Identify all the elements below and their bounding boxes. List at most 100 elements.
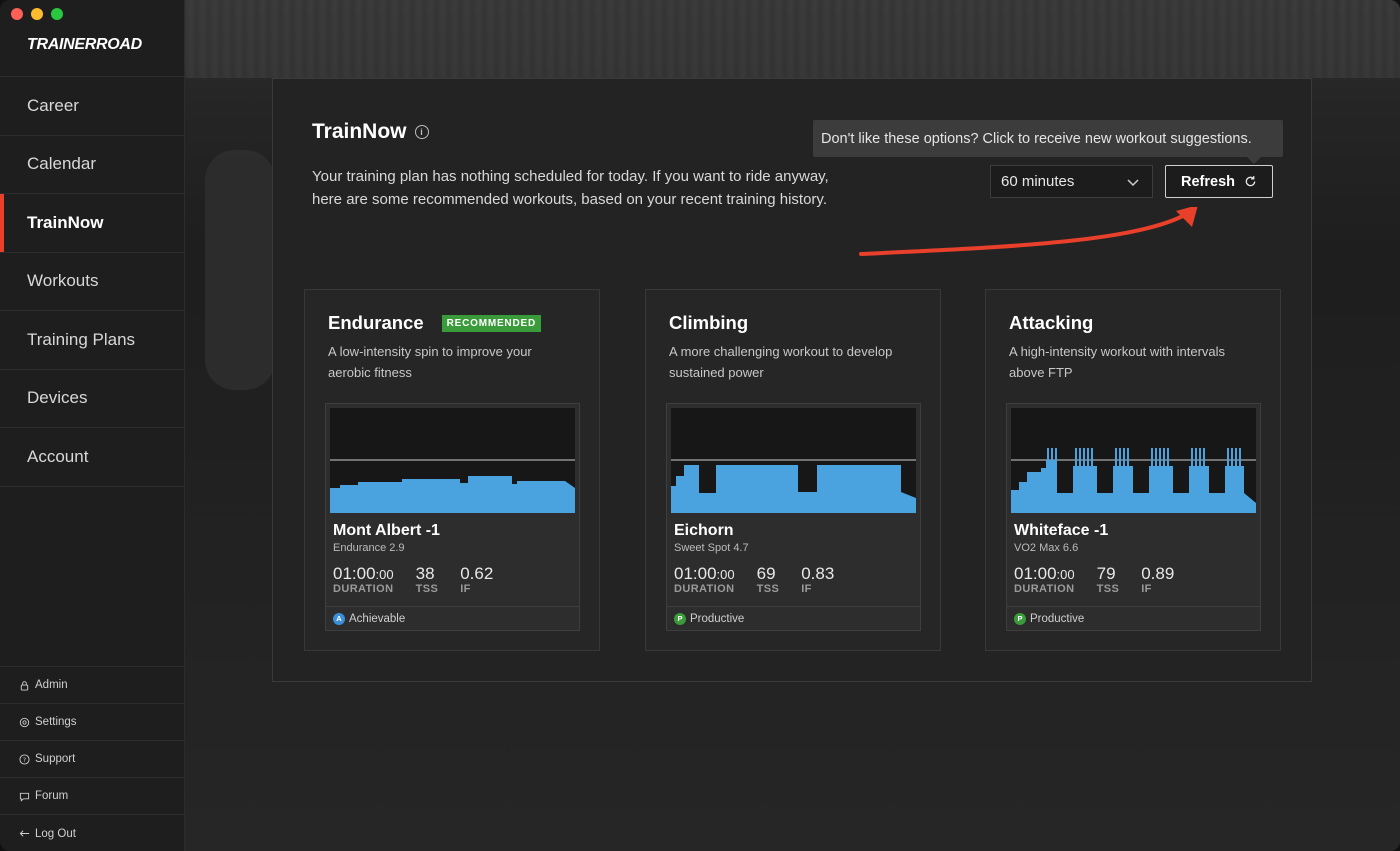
card-description: A low-intensity spin to improve your aer… xyxy=(328,344,532,380)
level-label: Productive xyxy=(690,612,745,625)
workout-level: P Productive xyxy=(1007,606,1260,630)
sidebar-item-calendar[interactable]: Calendar xyxy=(0,136,185,194)
sidebar-item-label: Admin xyxy=(35,679,68,691)
tss-label: TSS xyxy=(1096,583,1120,595)
stat-if: 0.89 IF xyxy=(1141,564,1174,595)
workout-tile[interactable]: Eichorn Sweet Spot 4.7 01:00:00 DURATION… xyxy=(666,403,921,631)
maximize-window-button[interactable] xyxy=(51,8,63,20)
card-title: Attacking xyxy=(1009,312,1093,334)
annotation-arrow xyxy=(859,207,1198,256)
close-window-button[interactable] xyxy=(11,8,23,20)
background-texture xyxy=(185,0,1400,78)
duration-select[interactable]: 60 minutes xyxy=(990,165,1153,198)
if-value: 0.62 xyxy=(460,564,494,583)
refresh-icon xyxy=(1245,176,1256,187)
trainnow-panel: TrainNow i Your training plan has nothin… xyxy=(272,78,1312,682)
svg-text:?: ? xyxy=(23,755,26,763)
level-label: Achievable xyxy=(349,612,406,625)
sidebar-item-forum[interactable]: Forum xyxy=(0,778,185,815)
workout-profile-chart xyxy=(1011,408,1256,513)
duration-value: 01:00 xyxy=(333,564,376,583)
workout-subtitle: Sweet Spot 4.7 xyxy=(674,542,749,554)
workout-subtitle: VO2 Max 6.6 xyxy=(1014,542,1079,554)
sidebar-item-label: Account xyxy=(27,446,89,466)
workout-stats: 01:00:00 DURATION 69 TSS 0.83 IF xyxy=(674,564,856,595)
minimize-window-button[interactable] xyxy=(31,8,43,20)
sidebar-item-admin[interactable]: Admin xyxy=(0,667,185,704)
tss-value: 69 xyxy=(756,564,776,583)
sidebar-item-log-out[interactable]: Log Out xyxy=(0,815,185,851)
sidebar-item-training-plans[interactable]: Training Plans xyxy=(0,311,185,370)
window-controls xyxy=(11,8,63,20)
sidebar-item-label: TrainNow xyxy=(27,212,104,232)
workout-level: P Productive xyxy=(667,606,920,630)
refresh-button[interactable]: Refresh xyxy=(1165,165,1273,198)
sidebar-item-career[interactable]: Career xyxy=(0,77,185,136)
lock-icon xyxy=(19,680,30,691)
chat-icon xyxy=(19,791,30,802)
sidebar-utility-nav: Admin Settings ? Support Forum Log Out xyxy=(0,666,185,851)
if-value: 0.89 xyxy=(1141,564,1175,583)
title-row: TrainNow i xyxy=(312,120,429,144)
duration-value: 01:00 xyxy=(1014,564,1057,583)
workout-card-climbing[interactable]: Climbing A more challenging workout to d… xyxy=(645,289,941,651)
tss-value: 79 xyxy=(1096,564,1116,583)
workout-tile[interactable]: Mont Albert -1 Endurance 2.9 01:00:00 DU… xyxy=(325,403,580,631)
sidebar-item-label: Career xyxy=(27,95,79,115)
duration-seconds: :00 xyxy=(375,567,394,582)
stat-tss: 79 TSS xyxy=(1097,564,1120,595)
workout-stats: 01:00:00 DURATION 79 TSS 0.89 IF xyxy=(1014,564,1196,595)
sidebar-item-account[interactable]: Account xyxy=(0,428,185,487)
if-label: IF xyxy=(801,583,812,595)
card-category: Endurance xyxy=(328,312,424,333)
sidebar-item-settings[interactable]: Settings xyxy=(0,704,185,741)
sidebar-item-label: Workouts xyxy=(27,271,99,291)
stat-duration: 01:00:00 DURATION xyxy=(333,564,394,595)
sidebar-item-workouts[interactable]: Workouts xyxy=(0,253,185,311)
card-title: Climbing xyxy=(669,312,748,334)
sidebar-item-trainnow[interactable]: TrainNow xyxy=(0,194,185,253)
app-logo[interactable]: TRAINERROAD xyxy=(27,36,142,54)
sidebar-item-label: Calendar xyxy=(27,154,96,174)
info-icon[interactable]: i xyxy=(414,125,429,139)
level-badge-icon: P xyxy=(674,612,686,625)
stat-if: 0.83 IF xyxy=(801,564,834,595)
if-label: IF xyxy=(1141,583,1152,595)
sidebar-item-label: Devices xyxy=(27,388,88,408)
page-title: TrainNow xyxy=(312,120,407,143)
gear-icon xyxy=(19,717,30,728)
duration-label: DURATION xyxy=(333,583,394,595)
level-badge-icon: P xyxy=(1014,612,1026,625)
sidebar-item-devices[interactable]: Devices xyxy=(0,370,185,428)
card-description: A high-intensity workout with intervals … xyxy=(1009,344,1226,380)
workout-level: A Achievable xyxy=(326,606,579,630)
workout-name: Eichorn xyxy=(674,522,734,539)
sidebar-nav: Career Calendar TrainNow Workouts Traini… xyxy=(0,76,185,487)
if-label: IF xyxy=(460,583,471,595)
duration-seconds: :00 xyxy=(716,567,735,582)
tss-label: TSS xyxy=(756,583,780,595)
sidebar-item-label: Support xyxy=(35,753,76,765)
tss-label: TSS xyxy=(415,583,439,595)
duration-seconds: :00 xyxy=(1056,567,1075,582)
workout-card-endurance[interactable]: Endurance RECOMMENDED A low-intensity sp… xyxy=(304,289,600,651)
workout-card-attacking[interactable]: Attacking A high-intensity workout with … xyxy=(985,289,1281,651)
workout-name: Mont Albert -1 xyxy=(333,522,440,539)
stat-duration: 01:00:00 DURATION xyxy=(674,564,735,595)
sidebar-item-support[interactable]: ? Support xyxy=(0,741,185,778)
sidebar-item-label: Training Plans xyxy=(27,329,136,349)
sidebar-item-label: Forum xyxy=(35,790,69,802)
workout-profile-chart xyxy=(671,408,916,513)
workout-profile-chart xyxy=(330,408,575,513)
tss-value: 38 xyxy=(415,564,435,583)
sidebar: TRAINERROAD Career Calendar TrainNow Wor… xyxy=(0,0,185,851)
workout-tile[interactable]: Whiteface -1 VO2 Max 6.6 01:00:00 DURATI… xyxy=(1006,403,1261,631)
question-icon: ? xyxy=(19,753,30,765)
card-description: A more challenging workout to develop su… xyxy=(669,344,893,380)
duration-label: DURATION xyxy=(1014,583,1075,595)
duration-label: DURATION xyxy=(674,583,735,595)
level-label: Productive xyxy=(1030,612,1085,625)
card-category: Attacking xyxy=(1009,312,1094,333)
refresh-button-label: Refresh xyxy=(1181,173,1235,190)
stat-if: 0.62 IF xyxy=(460,564,493,595)
